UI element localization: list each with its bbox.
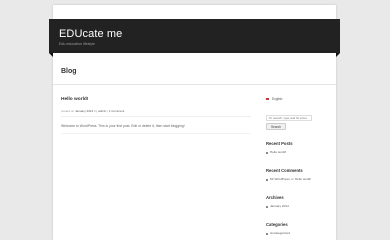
post-title[interactable]: Hello world!: [61, 97, 251, 102]
recent-comments-title: Recent Comments: [266, 168, 303, 173]
post-meta-prefix: posted on: [61, 109, 75, 113]
categories-title: Categories: [266, 222, 288, 227]
search-button[interactable]: Search: [266, 123, 286, 130]
top-strip: [53, 5, 336, 19]
list-bullet: [266, 152, 268, 154]
list-bullet: [266, 179, 268, 181]
comment-author-link[interactable]: Mr WordPress: [270, 177, 290, 181]
recent-posts-title: Recent Posts: [266, 141, 293, 146]
post-author-link[interactable]: admin: [98, 109, 106, 113]
post-divider: [61, 116, 251, 117]
sidebar: English: [266, 97, 330, 101]
search-input[interactable]: [266, 115, 312, 121]
list-bullet: [266, 206, 268, 208]
comment-post-link[interactable]: Hello world!: [295, 177, 311, 181]
list-bullet: [266, 233, 268, 235]
post-bottom-divider: [61, 133, 251, 134]
page-title: Blog: [61, 68, 77, 75]
title-divider: [53, 84, 336, 85]
comment-on-text: on: [290, 177, 295, 181]
post-date-link[interactable]: January 2014: [75, 109, 93, 113]
flag-icon: [266, 98, 269, 100]
category-link[interactable]: Uncategorized: [270, 231, 290, 235]
site-header: EDUcate me Edu education lifestyle: [49, 19, 340, 57]
archive-link[interactable]: January 2014: [270, 204, 289, 208]
ribbon-fold-right: [336, 53, 340, 57]
recent-post-link[interactable]: Hello world!: [270, 150, 286, 154]
recent-comment-item: Mr WordPress on Hello world!: [270, 177, 311, 181]
language-label: English: [272, 97, 283, 101]
post-meta-by: by: [94, 109, 98, 113]
page-container: EDUcate me Edu education lifestyle Blog …: [49, 5, 340, 240]
post-meta: posted on January 2014 by admin | 1 Comm…: [61, 109, 251, 113]
ribbon-fold-left: [49, 53, 53, 57]
archives-title: Archives: [266, 195, 284, 200]
post-comments-link[interactable]: 1 Comment: [109, 109, 125, 113]
site-description: Edu education lifestyle: [59, 42, 95, 46]
site-title[interactable]: EDUcate me: [59, 28, 340, 40]
main-content: Hello world! posted on January 2014 by a…: [61, 97, 251, 113]
language-switcher[interactable]: English: [266, 97, 330, 101]
post-body: Welcome to WordPress. This is your first…: [61, 124, 185, 128]
